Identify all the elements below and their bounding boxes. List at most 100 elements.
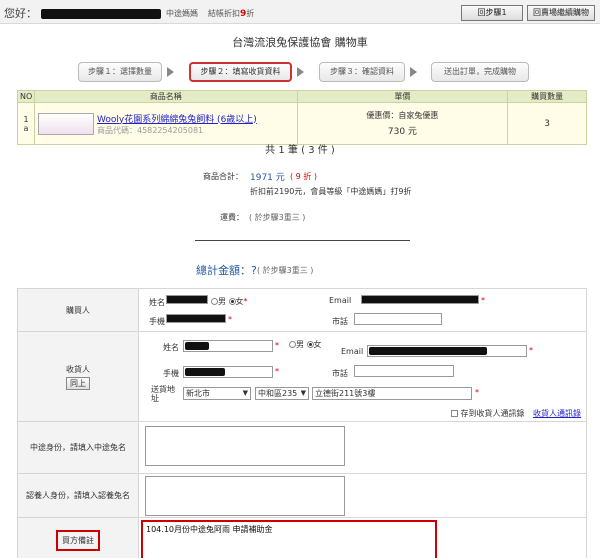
adopt-label: 認養人身份，請填入認養兔名 xyxy=(17,473,139,518)
total-note: ( 於步驟3重三 ) xyxy=(257,266,314,275)
row-number: 1 a xyxy=(17,102,35,145)
total-label: 總計金額：? xyxy=(196,264,257,277)
qty-cell: 3 xyxy=(507,102,587,145)
top-bar: 您好： 中途媽媽 結帳折扣9折 回步驟1 回賣場繼續購物 xyxy=(0,0,600,24)
receiver-address-label: 送貨地址 xyxy=(151,385,175,403)
buyer-name-input[interactable] xyxy=(166,295,208,304)
save-addressbook-label: 存到收貨人通訊錄 xyxy=(460,409,525,418)
receiver-phone-input[interactable] xyxy=(354,365,454,377)
required-mark: * xyxy=(475,388,479,397)
receiver-male-radio[interactable] xyxy=(289,341,296,348)
adopt-row: 認養人身份，請填入認養兔名 xyxy=(17,473,587,518)
remark-row: 買方備註 104.10月份中途兔阿雨 申請補助金 xyxy=(17,517,587,558)
count-qty: ( 3 件 ) xyxy=(301,145,335,156)
buyer-mobile-label: 手機 xyxy=(149,317,165,326)
continue-shopping-button[interactable]: 回賣場繼續購物 xyxy=(527,5,595,21)
step-arrow-icon xyxy=(167,67,174,77)
count-mid: 筆 xyxy=(287,145,298,156)
remark-label: 買方備註 xyxy=(56,529,100,551)
buyer-female-label: 女 xyxy=(235,297,244,306)
price-cell: 優惠價：自家兔優惠 730 元 xyxy=(296,102,509,145)
product-table: NO 商品名稱 單價 購買數量 1 a Wooly花園系列綿綿兔兔飼料 (6歲以… xyxy=(17,90,587,145)
count-prefix: 共 xyxy=(265,145,276,156)
save-addressbook: 存到收貨人通訊錄 xyxy=(451,408,525,419)
buyer-email-label: Email xyxy=(329,296,352,305)
col-qty: 購買數量 xyxy=(507,90,587,103)
receiver-phone-label: 市話 xyxy=(332,369,348,378)
addressbook-link[interactable]: 收貨人通訊錄 xyxy=(533,408,581,419)
street-input[interactable]: 立德街211號3樓 xyxy=(312,387,472,400)
buyer-male-radio[interactable] xyxy=(211,298,218,305)
col-name: 商品名稱 xyxy=(33,90,298,103)
order-form: 購買人 姓名 男 女* Email * 手機 * 市話 收貨人 同上 姓名 * xyxy=(17,288,587,558)
required-mark: * xyxy=(529,346,533,355)
price-label: 優惠價：自家兔優惠 xyxy=(366,111,439,120)
buyer-female-radio[interactable] xyxy=(228,298,236,305)
greeting-text: 您好： xyxy=(4,7,37,20)
price-value: 730 元 xyxy=(387,127,417,137)
required-mark: * xyxy=(275,367,279,376)
product-link[interactable]: Wooly花園系列綿綿兔兔飼料 (6歲以上) xyxy=(97,112,257,125)
subtotal-note: 折扣前2190元，會員等級「中途媽媽」打9折 xyxy=(250,187,412,196)
district-select[interactable]: 中和區235 ▼ xyxy=(255,387,309,400)
table-row: 1 a Wooly花園系列綿綿兔兔飼料 (6歲以上) 商品代碼：45822542… xyxy=(17,102,587,145)
discount-info: 結帳折扣9折 xyxy=(208,8,254,19)
step-arrow-icon xyxy=(297,67,304,77)
page-title: 台灣流浪兔保護協會 購物車 xyxy=(232,36,368,49)
chevron-down-icon: ▼ xyxy=(242,389,248,397)
receiver-mobile-input[interactable] xyxy=(183,366,273,378)
row-no: 1 xyxy=(23,114,29,124)
remark-textarea[interactable]: 104.10月份中途兔阿雨 申請補助金 xyxy=(141,520,437,558)
buyer-male-label: 男 xyxy=(218,297,226,306)
halfway-field-cell xyxy=(138,421,587,474)
back-to-step1-button[interactable]: 回步驟1 xyxy=(461,5,523,21)
halfway-row: 中途身份，請填入中途兔名 xyxy=(17,421,587,474)
receiver-name-input[interactable] xyxy=(183,340,273,352)
receiver-section-label: 收貨人 xyxy=(66,364,90,374)
same-as-buyer-button[interactable]: 同上 xyxy=(66,376,90,390)
receiver-email-input[interactable] xyxy=(367,345,527,357)
receiver-male-label: 男 xyxy=(296,340,304,349)
buyer-name-label: 姓名 xyxy=(149,298,165,307)
required-mark: * xyxy=(228,315,232,324)
discount-prefix: 結帳折扣 xyxy=(208,9,240,18)
receiver-fields: 姓名 * 男 女 Email * 手機 * 市話 送貨地址 新北市 ▼ 中和區23… xyxy=(138,331,587,422)
member-level-tag: 中途媽媽 xyxy=(166,9,198,18)
row-sub: a xyxy=(23,123,29,133)
count-value: 1 xyxy=(278,145,285,156)
product-code: 商品代碼：4582254205081 xyxy=(96,125,204,135)
city-value: 新北市 xyxy=(186,389,210,398)
step-1: 步驟１：選擇數量 xyxy=(78,62,162,82)
save-addressbook-checkbox[interactable] xyxy=(451,410,458,417)
greeting: 您好： xyxy=(4,5,161,21)
discount-suffix: 折 xyxy=(246,9,255,18)
item-count: 共 1 筆 ( 3 件 ) xyxy=(0,141,600,156)
product-cell: Wooly花園系列綿綿兔兔飼料 (6歲以上) 商品代碼：458225420508… xyxy=(33,102,298,145)
product-thumbnail[interactable] xyxy=(37,112,94,135)
adopt-textarea[interactable] xyxy=(145,476,345,516)
subtotal-discount: ( 9 折 ) xyxy=(290,172,317,181)
halfway-textarea[interactable] xyxy=(145,426,345,466)
step-arrow-icon xyxy=(410,67,417,77)
buyer-phone-input[interactable] xyxy=(354,313,442,325)
remark-field-cell: 104.10月份中途兔阿雨 申請補助金 xyxy=(138,517,587,558)
col-no: NO xyxy=(17,90,35,103)
step-3: 步驟３：確認資料 xyxy=(319,62,405,82)
receiver-name-label: 姓名 xyxy=(163,343,179,352)
district-value: 中和區235 xyxy=(258,389,298,398)
receiver-mobile-label: 手機 xyxy=(163,369,179,378)
divider xyxy=(195,240,410,241)
step-4: 送出訂單，完成購物 xyxy=(431,62,529,82)
buyer-mobile-input[interactable] xyxy=(166,314,226,323)
col-price: 單價 xyxy=(296,90,509,103)
receiver-female-radio[interactable] xyxy=(306,341,314,348)
halfway-label: 中途身份，請填入中途兔名 xyxy=(17,421,139,474)
buyer-fields: 姓名 男 女* Email * 手機 * 市話 xyxy=(138,288,587,332)
city-select[interactable]: 新北市 ▼ xyxy=(183,387,251,400)
receiver-section-label-cell: 收貨人 同上 xyxy=(17,331,139,422)
step-2-active: 步驟２：填寫收貨資料 xyxy=(189,62,292,82)
buyer-email-input[interactable] xyxy=(361,295,479,304)
subtotal-label: 商品合計： xyxy=(203,172,243,181)
required-mark: * xyxy=(275,341,279,350)
redacted-username xyxy=(40,9,161,19)
